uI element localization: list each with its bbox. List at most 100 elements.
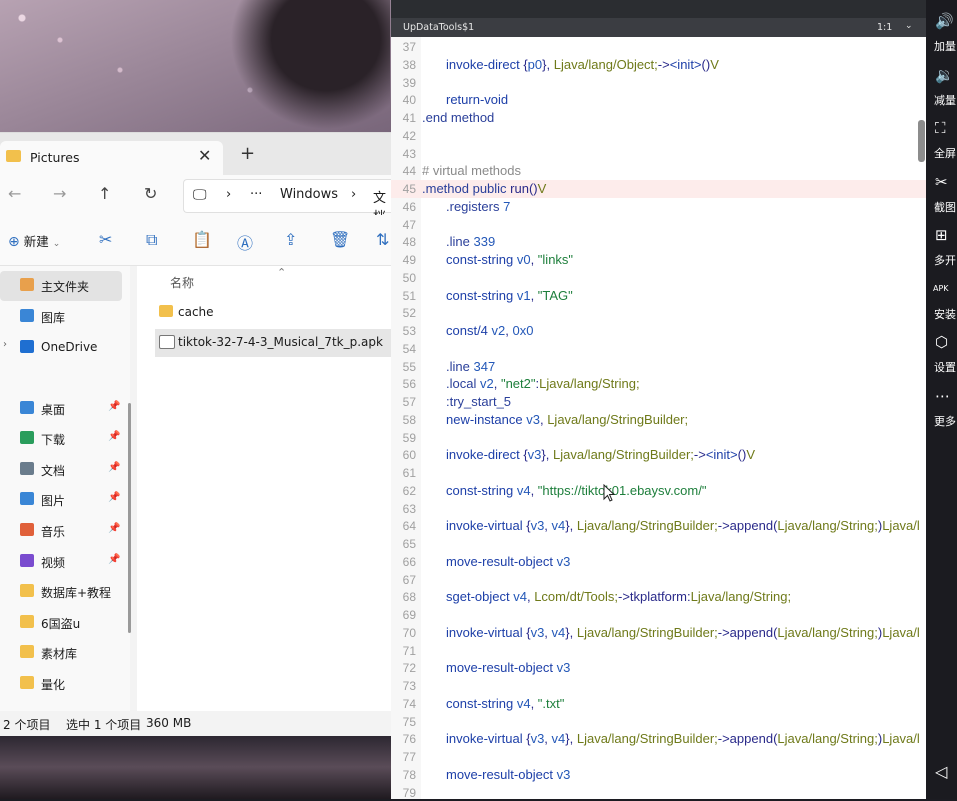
sidebar-item[interactable]: 数据库+教程 bbox=[0, 577, 122, 607]
sidebar-item[interactable]: 文档📌 bbox=[0, 455, 122, 485]
code-line[interactable]: 67 bbox=[391, 571, 926, 589]
code-line[interactable]: 54 bbox=[391, 340, 926, 358]
code-line[interactable]: 59 bbox=[391, 429, 926, 447]
code-line[interactable]: 41.end method bbox=[391, 109, 926, 127]
code-line[interactable]: 79 bbox=[391, 784, 926, 801]
sidebar-item[interactable]: 图片📌 bbox=[0, 485, 122, 515]
folder-icon bbox=[159, 305, 173, 317]
code-line[interactable]: 52 bbox=[391, 304, 926, 322]
back-icon[interactable]: ◁ bbox=[935, 762, 947, 781]
code-line[interactable]: 64invoke-virtual {v3, v4}, Ljava/lang/St… bbox=[391, 517, 926, 535]
sidebar-item[interactable]: 桌面📌 bbox=[0, 394, 122, 424]
code-line[interactable]: 61 bbox=[391, 464, 926, 482]
code-line[interactable]: 56.local v2, "net2":Ljava/lang/String; bbox=[391, 375, 926, 393]
editor-scrollbar[interactable] bbox=[918, 120, 925, 162]
code-line[interactable]: 53const/4 v2, 0x0 bbox=[391, 322, 926, 340]
code-line[interactable]: 71 bbox=[391, 642, 926, 660]
code-line[interactable]: 50 bbox=[391, 269, 926, 287]
fullscreen-button[interactable]: ⛶全屏 bbox=[926, 113, 957, 163]
sidebar-item[interactable]: 视频📌 bbox=[0, 547, 122, 577]
code-line[interactable]: 55.line 347 bbox=[391, 358, 926, 376]
copy-icon[interactable]: ⧉ bbox=[146, 230, 157, 250]
code-line[interactable]: 65 bbox=[391, 535, 926, 553]
breadcrumb-windows[interactable]: Windows bbox=[280, 187, 338, 202]
pin-icon: 📌 bbox=[108, 523, 120, 534]
up-arrow-icon[interactable]: ↑ bbox=[98, 184, 111, 203]
share-icon[interactable]: ⇪ bbox=[284, 230, 297, 249]
sidebar-item[interactable]: 下载📌 bbox=[0, 424, 122, 454]
sidebar-item-label: 下载 bbox=[41, 431, 65, 448]
sidebar-item-label: 数据库+教程 bbox=[41, 584, 111, 601]
code-line[interactable]: 69 bbox=[391, 606, 926, 624]
chevron-right-icon[interactable]: › bbox=[3, 339, 7, 350]
multi-open-button[interactable]: ⊞多开 bbox=[926, 220, 957, 270]
tab-pictures[interactable]: Pictures ✕ bbox=[0, 141, 223, 175]
refresh-icon[interactable]: ↻ bbox=[144, 184, 157, 203]
code-line[interactable]: 70invoke-virtual {v3, v4}, Ljava/lang/St… bbox=[391, 624, 926, 642]
sidebar-item[interactable]: 主文件夹 bbox=[0, 271, 122, 301]
file-row[interactable]: cache bbox=[155, 299, 391, 327]
code-line[interactable]: 39 bbox=[391, 74, 926, 92]
side-button-label: 多开 bbox=[934, 252, 956, 268]
cut-icon[interactable]: ✂ bbox=[99, 230, 112, 249]
code-line[interactable]: 58new-instance v3, Ljava/lang/StringBuil… bbox=[391, 411, 926, 429]
scissors-button[interactable]: ✂截图 bbox=[926, 167, 957, 217]
code-line[interactable]: 48.line 339 bbox=[391, 233, 926, 251]
delete-icon[interactable]: 🗑 bbox=[330, 230, 350, 249]
code-text: const-string v4, "https://tiktok01.ebays… bbox=[422, 483, 706, 498]
close-tab-button[interactable]: ✕ bbox=[198, 146, 211, 165]
sort-icon[interactable]: ⇅ bbox=[376, 230, 389, 249]
sidebar-item[interactable]: 图库 bbox=[0, 302, 122, 332]
chevron-down-icon[interactable]: ⌄ bbox=[905, 21, 913, 31]
code-line[interactable]: 45.method public run()V bbox=[391, 180, 926, 198]
sidebar-item[interactable]: 素材库 bbox=[0, 638, 122, 668]
code-line[interactable]: 62const-string v4, "https://tiktok01.eba… bbox=[391, 482, 926, 500]
sidebar-item[interactable]: OneDrive› bbox=[0, 333, 122, 363]
volume-up-button[interactable]: 🔊加量 bbox=[926, 6, 957, 56]
apk-install-button[interactable]: APK安装 bbox=[926, 274, 957, 324]
download-icon bbox=[20, 431, 34, 444]
volume-down-button[interactable]: 🔉减量 bbox=[926, 60, 957, 110]
code-line[interactable]: 78move-result-object v3 bbox=[391, 766, 926, 784]
code-line[interactable]: 51const-string v1, "TAG" bbox=[391, 287, 926, 305]
file-row[interactable]: tiktok-32-7-4-3_Musical_7tk_p.apk bbox=[155, 329, 391, 357]
code-line[interactable]: 57:try_start_5 bbox=[391, 393, 926, 411]
breadcrumb-more[interactable]: ··· bbox=[250, 187, 262, 202]
side-button-label: 加量 bbox=[934, 38, 956, 54]
address-bar[interactable]: 🖵 › ··· Windows › 文档 bbox=[183, 179, 392, 213]
sidebar-item[interactable]: 6国盗u bbox=[0, 608, 122, 638]
code-line[interactable]: 60invoke-direct {v3}, Ljava/lang/StringB… bbox=[391, 446, 926, 464]
code-line[interactable]: 49const-string v0, "links" bbox=[391, 251, 926, 269]
code-line[interactable]: 76invoke-virtual {v3, v4}, Ljava/lang/St… bbox=[391, 730, 926, 748]
new-tab-button[interactable]: + bbox=[240, 143, 255, 164]
code-line[interactable]: 43 bbox=[391, 145, 926, 163]
column-header-name[interactable]: 名称 bbox=[170, 274, 194, 291]
new-button[interactable]: ⊕ 新建 ⌄ bbox=[8, 231, 60, 250]
code-line[interactable]: 37 bbox=[391, 38, 926, 56]
code-line[interactable]: 47 bbox=[391, 216, 926, 234]
code-line[interactable]: 63 bbox=[391, 500, 926, 518]
forward-arrow-icon[interactable]: → bbox=[53, 184, 66, 203]
status-bar: 2 个项目 选中 1 个项目 360 MB bbox=[0, 711, 391, 736]
more-button[interactable]: ⋯更多 bbox=[926, 381, 957, 431]
code-line[interactable]: 77 bbox=[391, 748, 926, 766]
code-line[interactable]: 75 bbox=[391, 713, 926, 731]
code-line[interactable]: 38invoke-direct {p0}, Ljava/lang/Object;… bbox=[391, 56, 926, 74]
rename-icon[interactable]: Ⓐ bbox=[237, 230, 253, 254]
paste-icon[interactable]: 📋 bbox=[192, 230, 212, 249]
settings-button[interactable]: ⬡设置 bbox=[926, 327, 957, 377]
code-line[interactable]: 40return-void bbox=[391, 91, 926, 109]
code-line[interactable]: 44# virtual methods bbox=[391, 162, 926, 180]
code-line[interactable]: 46.registers 7 bbox=[391, 198, 926, 216]
code-line[interactable]: 68sget-object v4, Lcom/dt/Tools;->tkplat… bbox=[391, 588, 926, 606]
sidebar-scrollbar[interactable] bbox=[128, 403, 131, 633]
code-line[interactable]: 74const-string v4, ".txt" bbox=[391, 695, 926, 713]
sidebar-item[interactable]: 音乐📌 bbox=[0, 516, 122, 546]
computer-icon: 🖵 bbox=[193, 187, 207, 203]
back-arrow-icon[interactable]: ← bbox=[8, 184, 21, 203]
code-line[interactable]: 73 bbox=[391, 677, 926, 695]
code-line[interactable]: 72move-result-object v3 bbox=[391, 659, 926, 677]
sidebar-item[interactable]: 量化 bbox=[0, 669, 122, 699]
code-line[interactable]: 42 bbox=[391, 127, 926, 145]
code-line[interactable]: 66move-result-object v3 bbox=[391, 553, 926, 571]
